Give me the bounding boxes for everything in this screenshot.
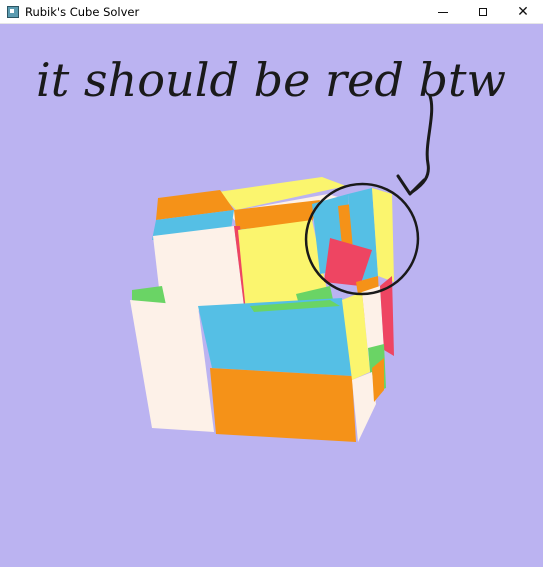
minimize-button[interactable]: [423, 0, 463, 24]
window-controls: ✕: [423, 0, 543, 24]
maximize-button[interactable]: [463, 0, 503, 24]
annotation-text: it should be red btw: [36, 53, 506, 107]
cube-scene[interactable]: it should be red btw: [0, 24, 543, 567]
title-bar[interactable]: Rubik's Cube Solver ✕: [0, 0, 543, 24]
minimize-icon: [438, 11, 448, 13]
cube-facelet: [153, 226, 244, 314]
app-window: Rubik's Cube Solver ✕ it should be red b…: [0, 0, 543, 567]
app-icon: [7, 5, 19, 18]
cube-viewport[interactable]: it should be red btw: [0, 24, 543, 567]
window-title: Rubik's Cube Solver: [25, 4, 140, 19]
maximize-icon: [479, 8, 487, 16]
cube-facelet: [352, 372, 376, 442]
annotation-arrow-icon: [410, 94, 434, 194]
cube-facelet: [210, 368, 356, 442]
close-icon: ✕: [517, 4, 529, 20]
close-button[interactable]: ✕: [503, 0, 543, 24]
annotation-arrow-head-icon: [396, 174, 426, 196]
